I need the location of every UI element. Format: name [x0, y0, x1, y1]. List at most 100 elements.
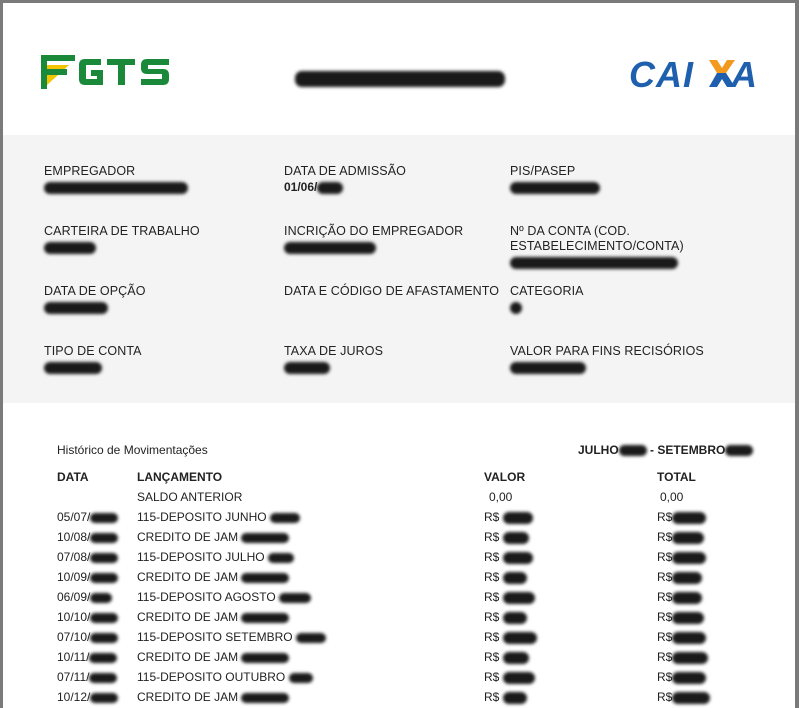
row-desc: CREDITO DE JAM: [137, 610, 290, 624]
currency-symbol: R$: [484, 570, 500, 584]
statement-page: CAI A EMPREGADOR DATA DE ADMISSÃO 01/06/…: [3, 3, 795, 708]
redacted-value: [267, 552, 294, 563]
field-valor-fins: VALOR PARA FINS RECISÓRIOS: [510, 344, 704, 375]
table-row-saldo: SALDO ANTERIOR 0,00 0,00: [3, 490, 795, 510]
redacted-value: [90, 512, 119, 523]
empregador-label: EMPREGADOR: [44, 164, 136, 178]
field-inscricao: INCRIÇÃO DO EMPREGADOR: [284, 224, 463, 255]
redacted-value: [618, 445, 647, 457]
redacted-value: [502, 511, 533, 524]
row-total: R$: [657, 610, 705, 624]
currency-symbol: R$: [484, 670, 500, 684]
row-desc-text: CREDITO DE JAM: [137, 530, 239, 544]
row-date-text: 06/09/: [57, 590, 91, 604]
history-period: JULHO - SETEMBRO: [578, 443, 754, 457]
currency-symbol: R$: [657, 650, 673, 664]
redacted-value: [241, 572, 290, 583]
row-date: 10/08/: [57, 530, 119, 544]
table-row: 10/12/CREDITO DE JAM R$ R$: [3, 690, 795, 708]
row-date-text: 10/08/: [57, 530, 91, 544]
currency-symbol: R$: [657, 510, 673, 524]
account-info-panel: EMPREGADOR DATA DE ADMISSÃO 01/06/ PIS/P…: [3, 135, 795, 403]
redacted-value: [90, 692, 119, 703]
currency-symbol: R$: [484, 630, 500, 644]
row-valor: R$: [484, 670, 535, 684]
row-date: 10/12/: [57, 690, 119, 704]
col-header-total: TOTAL: [657, 470, 696, 484]
carteira-label: CARTEIRA DE TRABALHO: [44, 224, 200, 238]
afastamento-label: DATA E CÓDIGO DE AFASTAMENTO: [284, 284, 500, 298]
field-pis: PIS/PASEP: [510, 164, 600, 195]
redacted-value: [44, 181, 188, 194]
redacted-value: [725, 445, 754, 457]
period-end: - SETEMBRO: [650, 443, 726, 457]
redacted-value: [90, 612, 119, 623]
currency-symbol: R$: [657, 690, 673, 704]
redacted-value: [672, 531, 705, 544]
redacted-value: [510, 256, 678, 269]
redacted-value: [510, 301, 522, 314]
row-desc: CREDITO DE JAM: [137, 650, 290, 664]
row-valor: R$: [484, 510, 533, 524]
redacted-value: [44, 361, 102, 374]
redacted-value: [241, 652, 290, 663]
currency-symbol: R$: [657, 610, 673, 624]
row-desc-text: 115-DEPOSITO SETEMBRO: [137, 630, 293, 644]
row-desc-text: CREDITO DE JAM: [137, 610, 239, 624]
redacted-value: [502, 631, 537, 644]
row-total: R$: [657, 690, 711, 704]
row-valor: R$: [484, 650, 529, 664]
field-afastamento: DATA E CÓDIGO DE AFASTAMENTO: [284, 284, 499, 299]
inscricao-label: INCRIÇÃO DO EMPREGADOR: [284, 224, 464, 238]
table-row: 10/09/CREDITO DE JAM R$ R$: [3, 570, 795, 590]
currency-symbol: R$: [657, 570, 673, 584]
row-desc-text: CREDITO DE JAM: [137, 690, 239, 704]
currency-symbol: R$: [484, 590, 500, 604]
field-taxa-juros: TAXA DE JUROS: [284, 344, 383, 375]
row-total: R$: [657, 650, 709, 664]
redacted-value: [317, 181, 344, 194]
fgts-logo: [41, 55, 173, 89]
table-row: 07/08/115-DEPOSITO JULHO R$ R$: [3, 550, 795, 570]
row-date: 07/11/: [57, 670, 118, 684]
table-row: 10/08/CREDITO DE JAM R$ R$: [3, 530, 795, 550]
redacted-value: [241, 532, 290, 543]
row-date: 07/10/: [57, 630, 119, 644]
redacted-value: [672, 671, 707, 684]
redacted-value: [672, 591, 703, 604]
redacted-value: [295, 632, 326, 643]
currency-symbol: R$: [657, 590, 673, 604]
row-valor: R$: [484, 630, 537, 644]
redacted-value: [90, 592, 113, 603]
row-date-text: 10/12/: [57, 690, 91, 704]
redacted-value: [279, 592, 312, 603]
redacted-value: [90, 552, 119, 563]
redacted-value: [90, 532, 119, 543]
table-row: 07/10/115-DEPOSITO SETEMBRO R$ R$: [3, 630, 795, 650]
field-categoria: CATEGORIA: [510, 284, 584, 315]
redacted-value: [502, 691, 527, 704]
row-total: R$: [657, 510, 707, 524]
row-valor: R$: [484, 530, 529, 544]
categoria-label: CATEGORIA: [510, 284, 584, 298]
redacted-value: [89, 672, 118, 683]
tipo-conta-label: TIPO DE CONTA: [44, 344, 142, 358]
row-date-text: 10/10/: [57, 610, 91, 624]
table-row: 06/09/115-DEPOSITO AGOSTO R$ R$: [3, 590, 795, 610]
row-valor: R$: [484, 570, 527, 584]
table-row: 10/11/CREDITO DE JAM R$ R$: [3, 650, 795, 670]
row-date: 07/08/: [57, 550, 119, 564]
col-header-lancamento: LANÇAMENTO: [137, 470, 223, 484]
field-tipo-conta: TIPO DE CONTA: [44, 344, 142, 375]
pis-label: PIS/PASEP: [510, 164, 576, 178]
currency-symbol: R$: [657, 550, 673, 564]
row-desc: 115-DEPOSITO JUNHO: [137, 510, 300, 524]
row-date: 10/10/: [57, 610, 119, 624]
row-desc: 115-DEPOSITO OUTUBRO: [137, 670, 313, 684]
redacted-value: [672, 631, 707, 644]
row-desc: CREDITO DE JAM: [137, 690, 290, 704]
row-desc: CREDITO DE JAM: [137, 530, 290, 544]
row-desc: 115-DEPOSITO AGOSTO: [137, 590, 312, 604]
field-conta: Nº DA CONTA (COD. ESTABELECIMENTO/CONTA): [510, 224, 795, 270]
row-date-text: 07/11/: [57, 670, 90, 684]
